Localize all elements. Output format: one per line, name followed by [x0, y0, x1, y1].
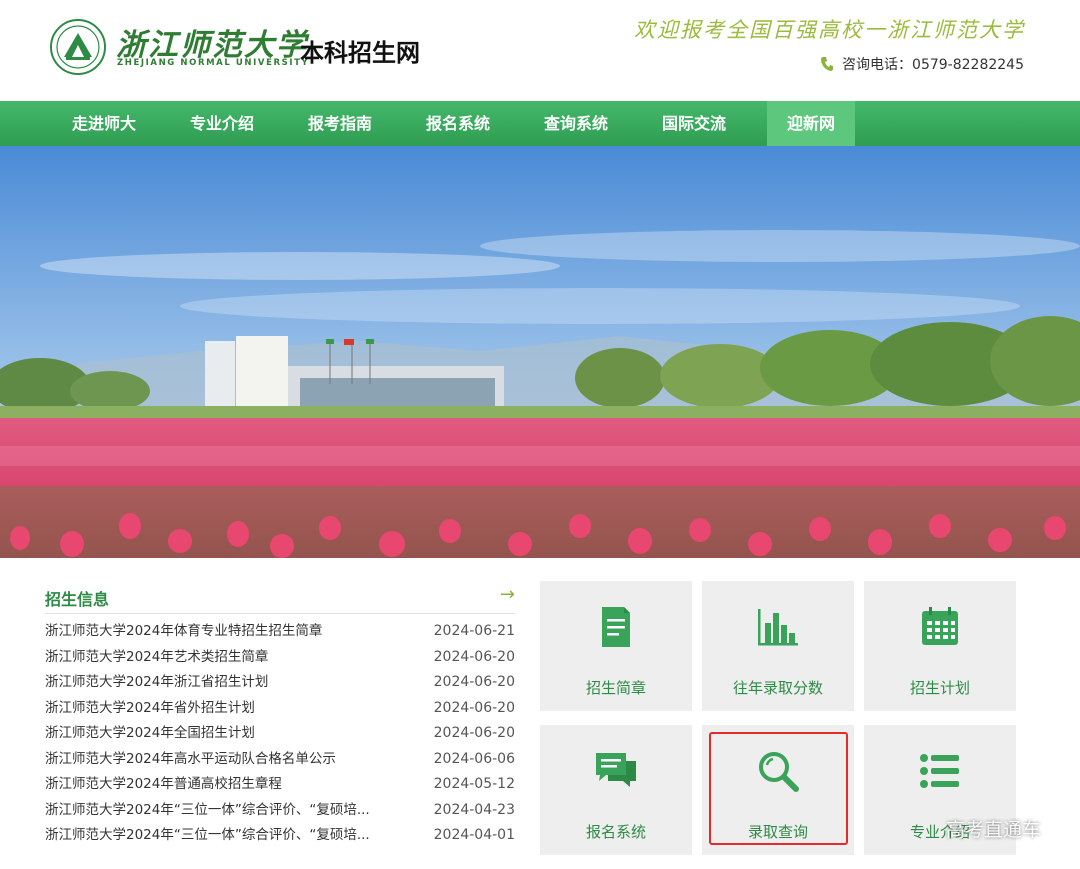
news-item-date: 2024-04-23 — [433, 801, 515, 818]
tile-enrollment-plan[interactable]: 招生计划 — [864, 581, 1016, 711]
nav-item-majors[interactable]: 专业介绍 — [163, 101, 281, 146]
news-item-date: 2024-06-21 — [433, 623, 515, 639]
phone-text: 咨询电话：0579-82282245 — [842, 57, 1024, 73]
more-arrow-icon[interactable]: → — [500, 584, 515, 605]
news-item-title[interactable]: 浙江师范大学2024年体育专业特招生招生简章 — [45, 619, 405, 645]
news-item[interactable]: 浙江师范大学2024年全国招生计划 2024-06-20 — [45, 721, 515, 747]
bar-chart-icon — [758, 609, 798, 646]
tile-past-scores[interactable]: 往年录取分数 — [702, 581, 854, 711]
tile-registration-system[interactable]: 报名系统 — [540, 725, 692, 855]
news-item[interactable]: 浙江师范大学2024年“三位一体”综合评价、“复硕培... 2024-04-01 — [45, 823, 515, 849]
news-item[interactable]: 浙江师范大学2024年“三位一体”综合评价、“复硕培... 2024-04-23 — [45, 798, 515, 824]
highlight-annotation-box — [709, 732, 848, 845]
news-item-date: 2024-06-06 — [433, 750, 515, 767]
news-item-date: 2024-06-20 — [433, 674, 515, 690]
tile-label: 往年录取分数 — [732, 679, 823, 697]
nav-item-registration[interactable]: 报名系统 — [399, 101, 517, 146]
slogan: 欢迎报考全国百强高校一浙江师范大学 — [634, 18, 1025, 42]
news-list: 浙江师范大学2024年体育专业特招生招生简章 2024-06-21 浙江师范大学2… — [45, 619, 515, 849]
phone-icon — [821, 57, 834, 71]
news-item-title[interactable]: 浙江师范大学2024年高水平运动队合格名单公示 — [45, 747, 405, 773]
list-icon — [920, 754, 959, 788]
news-item-title[interactable]: 浙江师范大学2024年“三位一体”综合评价、“复硕培... — [45, 823, 405, 849]
watermark-text: 高考直通车 — [946, 819, 1042, 841]
news-item-date: 2024-06-20 — [433, 725, 515, 741]
calendar-icon — [922, 607, 958, 645]
tile-label: 招生简章 — [585, 679, 646, 697]
nav-item-query[interactable]: 查询系统 — [517, 101, 635, 146]
news-item-title[interactable]: 浙江师范大学2024年普通高校招生章程 — [45, 772, 405, 798]
nav-item-guide[interactable]: 报考指南 — [281, 101, 399, 146]
news-item[interactable]: 浙江师范大学2024年浙江省招生计划 2024-06-20 — [45, 670, 515, 696]
hero-banner[interactable] — [0, 146, 1080, 558]
news-item-title[interactable]: 浙江师范大学2024年浙江省招生计划 — [45, 670, 405, 696]
tile-label: 招生计划 — [909, 679, 970, 697]
news-item-date: 2024-04-01 — [433, 827, 515, 843]
news-item-title[interactable]: 浙江师范大学2024年全国招生计划 — [45, 721, 405, 747]
news-header: 招生信息 → — [45, 582, 515, 614]
nav-item-about[interactable]: 走进师大 — [45, 101, 163, 146]
news-item-date: 2024-05-12 — [433, 776, 515, 792]
news-item-title[interactable]: 浙江师范大学2024年艺术类招生简章 — [45, 645, 405, 671]
nav-item-freshmen[interactable]: 迎新网 — [767, 101, 855, 146]
site-header: 浙江师范大学 ZHEJIANG NORMAL UNIVERSITY 本科招生网 … — [0, 0, 1080, 101]
main-nav: 走进师大 专业介绍 报考指南 报名系统 查询系统 国际交流 迎新网 — [0, 101, 1080, 146]
tile-admission-brochure[interactable]: 招生简章 — [540, 581, 692, 711]
news-item[interactable]: 浙江师范大学2024年高水平运动队合格名单公示 2024-06-06 — [45, 747, 515, 773]
news-item-title[interactable]: 浙江师范大学2024年“三位一体”综合评价、“复硕培... — [45, 798, 405, 824]
news-item-date: 2024-06-20 — [433, 699, 515, 716]
site-title[interactable]: 本科招生网 — [300, 33, 420, 68]
contact-phone: 咨询电话：0579-82282245 — [820, 54, 1024, 74]
news-item[interactable]: 浙江师范大学2024年体育专业特招生招生简章 2024-06-21 — [45, 619, 515, 645]
news-item-date: 2024-06-20 — [433, 648, 515, 665]
document-icon — [602, 607, 630, 647]
tile-label: 报名系统 — [585, 823, 646, 841]
news-item[interactable]: 浙江师范大学2024年普通高校招生章程 2024-05-12 — [45, 772, 515, 798]
news-item[interactable]: 浙江师范大学2024年省外招生计划 2024-06-20 — [45, 696, 515, 722]
campus-tulip-photo — [0, 146, 1080, 558]
news-item[interactable]: 浙江师范大学2024年艺术类招生简章 2024-06-20 — [45, 645, 515, 671]
news-section-title[interactable]: 招生信息 — [45, 586, 109, 610]
nav-item-international[interactable]: 国际交流 — [635, 101, 753, 146]
university-seal-logo[interactable] — [50, 19, 106, 75]
news-item-title[interactable]: 浙江师范大学2024年省外招生计划 — [45, 696, 405, 722]
chat-bubbles-icon — [596, 753, 636, 787]
logo-english-name[interactable]: ZHEJIANG NORMAL UNIVERSITY — [117, 58, 309, 68]
